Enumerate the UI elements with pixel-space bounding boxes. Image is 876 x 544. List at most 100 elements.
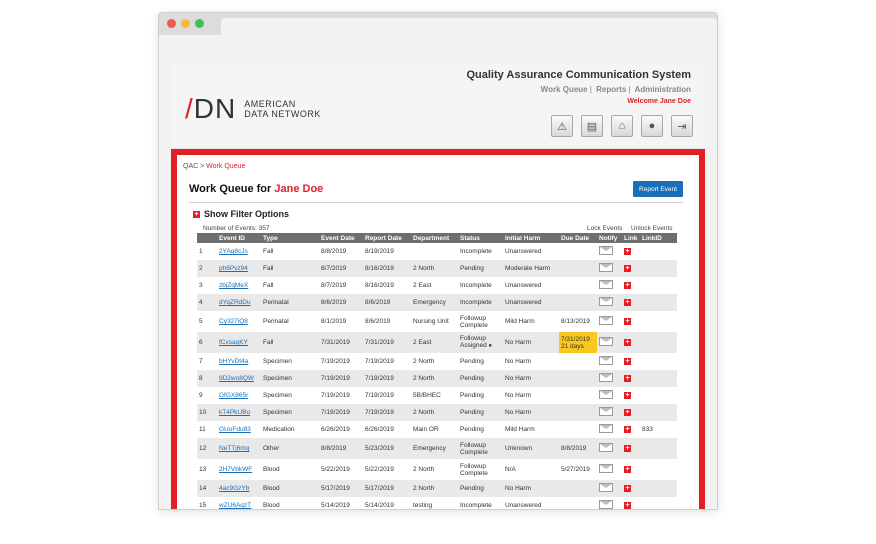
browser-tab[interactable] — [221, 18, 717, 35]
table-row[interactable]: 7 bHYvDt4a Specimen 7/19/2019 7/19/2019 2 Nor… — [197, 353, 677, 370]
table-row[interactable]: 14 4ac9GzYb Blood 5/17/2019 5/17/2019 2 North… — [197, 480, 677, 497]
envelope-icon[interactable] — [599, 500, 613, 509]
add-link-icon[interactable]: + — [624, 409, 631, 416]
col-initial-harm[interactable]: Initial Harm — [503, 233, 559, 243]
col-type[interactable]: Type — [261, 233, 319, 243]
row-number: 3 — [199, 282, 203, 289]
col-event-date[interactable]: Event Date — [319, 233, 363, 243]
document-icon[interactable]: ▤ — [581, 115, 603, 137]
envelope-icon[interactable] — [599, 483, 613, 492]
row-number: 2 — [197, 260, 217, 277]
event-id-cell: 4ac9GzYb — [217, 480, 261, 497]
table-row[interactable]: 5 Cy327iQ8 Perinatal 8/1/2019 8/6/2019 Nursin… — [197, 311, 677, 332]
envelope-icon[interactable] — [599, 280, 613, 289]
add-link-icon[interactable]: + — [624, 299, 631, 306]
envelope-icon[interactable] — [599, 390, 613, 399]
close-window-button[interactable] — [167, 19, 176, 28]
event-id-link[interactable]: Cy327iQ8 — [219, 318, 248, 325]
report-date-cell: 7/19/2019 — [363, 370, 411, 387]
assignee-person-icon[interactable]: ● — [487, 343, 492, 349]
add-link-icon[interactable]: + — [624, 248, 631, 255]
col-event-id[interactable]: Event ID — [217, 233, 261, 243]
col-notify: Notify — [597, 233, 622, 243]
breadcrumb-root[interactable]: QAC — [183, 163, 198, 170]
event-id-link[interactable]: zbjZqMeX — [219, 282, 248, 289]
add-link-icon[interactable]: + — [624, 485, 631, 492]
event-id-link[interactable]: fCxsaqKY — [219, 339, 248, 346]
envelope-icon[interactable] — [599, 424, 613, 433]
nav-administration[interactable]: Administration — [635, 85, 691, 94]
table-row[interactable]: 10 kT4PkUBo Specimen 7/19/2019 7/19/2019 2 No… — [197, 404, 677, 421]
row-number: 15 — [199, 502, 207, 509]
table-row[interactable]: 8 9D2wo8QW Specimen 7/19/2019 7/19/2019 2 Nor… — [197, 370, 677, 387]
table-row[interactable]: 13 2H7VbkWF Blood 5/22/2019 5/22/2019 2 North… — [197, 459, 677, 480]
nav-work-queue[interactable]: Work Queue — [541, 85, 588, 94]
event-id-link[interactable]: GUoFdu83 — [219, 426, 251, 433]
envelope-icon[interactable] — [599, 443, 613, 452]
table-row[interactable]: 9 GfGX865r Specimen 7/19/2019 7/19/2019 5B/BH… — [197, 387, 677, 404]
table-row[interactable]: 12 NeTTj6mq Other 8/8/2019 5/23/2019 Emergenc… — [197, 438, 677, 459]
table-row[interactable]: 6 fCxsaqKY Fall 7/31/2019 7/31/2019 2 East Fol… — [197, 332, 677, 353]
adn-logo[interactable]: /DN AMERICAN DATA NETWORK — [185, 93, 321, 125]
envelope-icon[interactable] — [599, 373, 613, 382]
table-row[interactable]: 11 GUoFdu83 Medication 6/26/2019 6/26/2019 Ma… — [197, 421, 677, 438]
envelope-icon[interactable] — [599, 246, 613, 255]
envelope-icon[interactable] — [599, 356, 613, 365]
event-id-link[interactable]: 9D2wo8QW — [219, 375, 254, 382]
report-event-button[interactable]: Report Event — [633, 181, 683, 197]
add-link-icon[interactable]: + — [624, 466, 631, 473]
table-row[interactable]: 4 dYqZRdDu Perinatal 8/6/2019 8/6/2019 Emerge… — [197, 294, 677, 311]
add-link-icon[interactable]: + — [624, 358, 631, 365]
add-link-icon[interactable]: + — [624, 265, 631, 272]
col-report-date[interactable]: Report Date — [363, 233, 411, 243]
envelope-icon[interactable] — [599, 316, 613, 325]
event-id-link[interactable]: 4ac9GzYb — [219, 485, 249, 492]
event-id-link[interactable]: 2YAq8cJs — [219, 248, 248, 255]
nav-reports[interactable]: Reports — [596, 85, 626, 94]
event-id-cell: bHYvDt4a — [217, 353, 261, 370]
event-id-link[interactable]: GfGX865r — [219, 392, 248, 399]
add-link-icon[interactable]: + — [624, 282, 631, 289]
col-department[interactable]: Department — [411, 233, 458, 243]
user-icon[interactable]: ● — [641, 115, 663, 137]
logout-icon[interactable]: ⇥ — [671, 115, 693, 137]
envelope-icon[interactable] — [599, 337, 613, 346]
event-id-link[interactable]: bHYvDt4a — [219, 358, 248, 365]
add-link-icon[interactable]: + — [624, 375, 631, 382]
alert-icon[interactable]: ⚠ — [551, 115, 573, 137]
col-status[interactable]: Status — [458, 233, 503, 243]
show-filter-options[interactable]: + Show Filter Options — [193, 209, 289, 219]
event-id-link[interactable]: kT4PkUBo — [219, 409, 250, 416]
expand-plus-icon[interactable]: + — [193, 210, 200, 218]
envelope-icon[interactable] — [599, 464, 613, 473]
row-number: 14 — [197, 480, 217, 497]
event-id-link[interactable]: ph6Pvz94 — [219, 265, 248, 272]
envelope-icon[interactable] — [599, 407, 613, 416]
due-date-cell — [559, 294, 597, 311]
unlock-events-link[interactable]: Unlock Events — [631, 225, 673, 232]
event-id-cell: NeTTj6mq — [217, 438, 261, 459]
add-link-icon[interactable]: + — [624, 392, 631, 399]
event-id-link[interactable]: 2H7VbkWF — [219, 466, 252, 473]
add-link-icon[interactable]: + — [624, 445, 631, 452]
lock-events-link[interactable]: Lock Events — [587, 225, 622, 232]
event-id-link[interactable]: wZU6AqzT — [219, 502, 251, 509]
minimize-window-button[interactable] — [181, 19, 190, 28]
type-cell: Other — [261, 438, 319, 459]
page-title-user: Jane Doe — [274, 183, 324, 195]
add-link-icon[interactable]: + — [624, 502, 631, 509]
col-due-date[interactable]: Due Date — [559, 233, 597, 243]
envelope-icon[interactable] — [599, 297, 613, 306]
envelope-icon[interactable] — [599, 263, 613, 272]
add-link-icon[interactable]: + — [624, 426, 631, 433]
maximize-window-button[interactable] — [195, 19, 204, 28]
table-row[interactable]: 15 wZU6AqzT Blood 5/14/2019 5/14/2019 testing… — [197, 497, 677, 509]
home-icon[interactable]: ⌂ — [611, 115, 633, 137]
table-row[interactable]: 3 zbjZqMeX Fall 8/7/2019 8/16/2019 2 East Inco… — [197, 277, 677, 294]
add-link-icon[interactable]: + — [624, 339, 631, 346]
table-row[interactable]: 1 2YAq8cJs Fall 8/8/2019 8/19/2019 Incomplete… — [197, 243, 677, 260]
add-link-icon[interactable]: + — [624, 318, 631, 325]
table-row[interactable]: 2 ph6Pvz94 Fall 8/7/2019 8/16/2019 2 North Pen… — [197, 260, 677, 277]
event-id-link[interactable]: dYqZRdDu — [219, 299, 251, 306]
event-id-link[interactable]: NeTTj6mq — [219, 445, 249, 452]
